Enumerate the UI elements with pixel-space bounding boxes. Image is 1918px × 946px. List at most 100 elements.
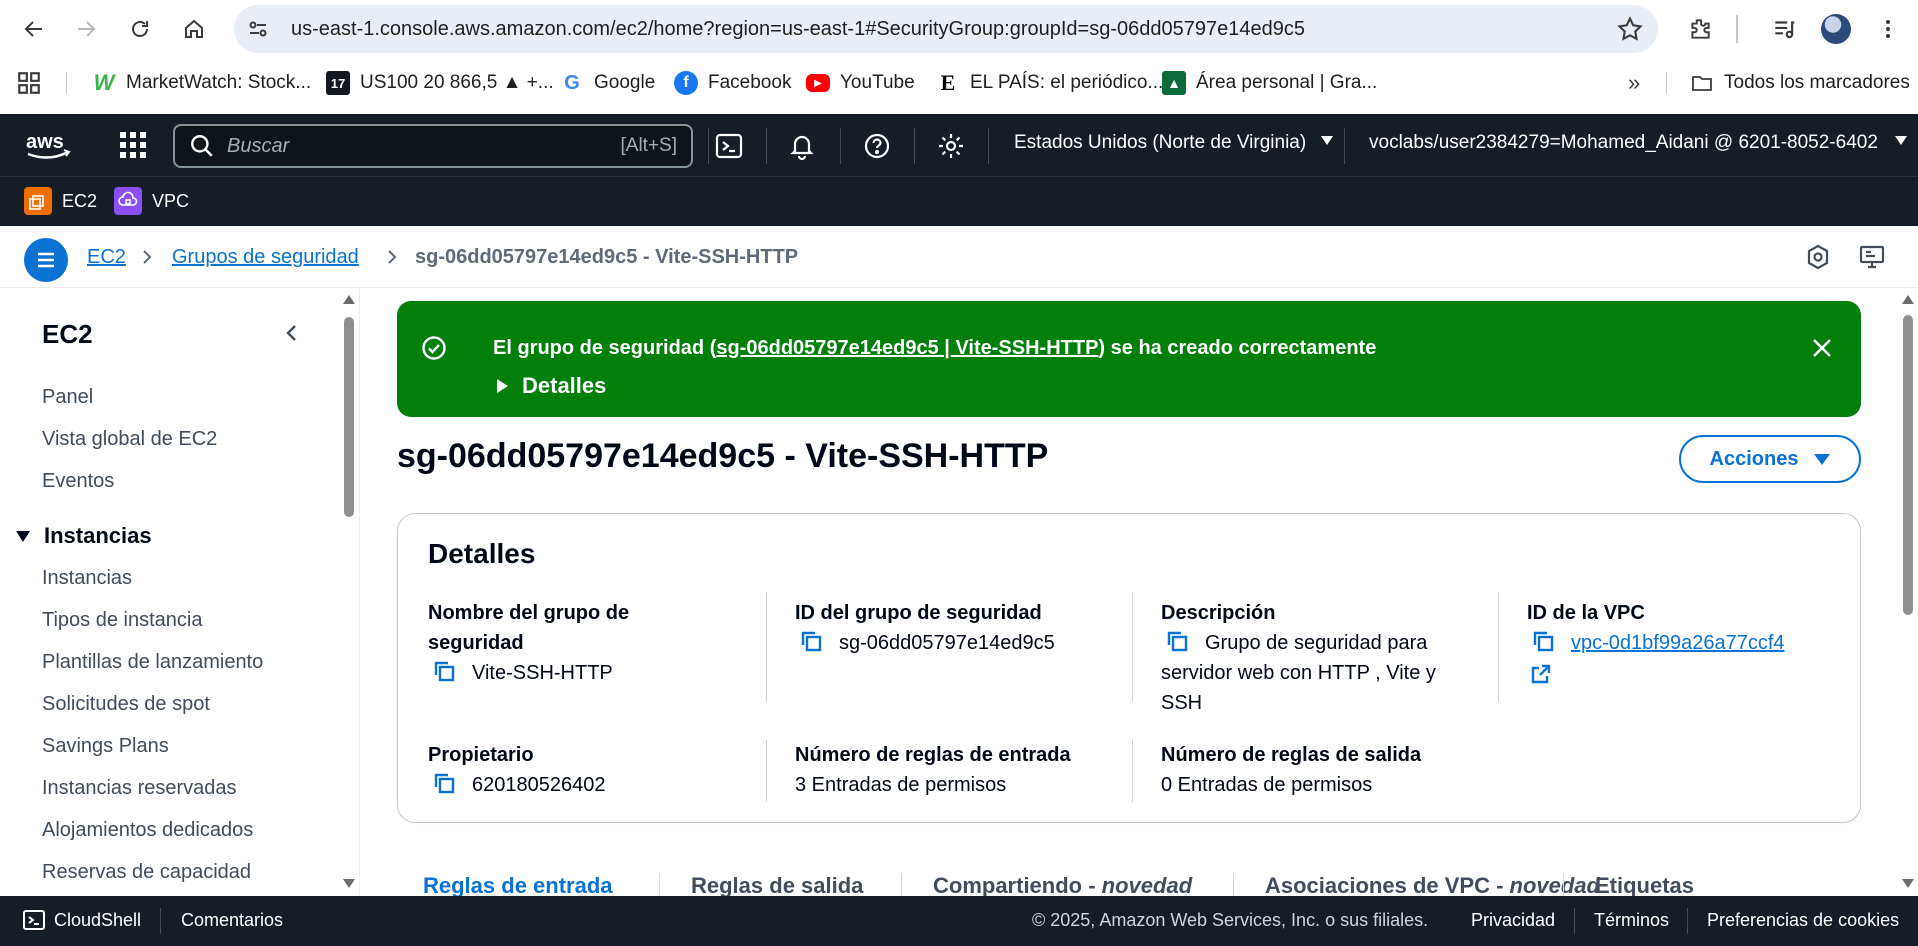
apps-icon[interactable] (16, 65, 42, 101)
flash-details-toggle[interactable]: Detalles (493, 373, 606, 399)
console-footer: CloudShell Comentarios © 2025, Amazon We… (0, 896, 1918, 946)
sidenav-scrollbar[interactable] (340, 289, 358, 896)
favorite-vpc[interactable]: VPC (114, 187, 189, 215)
profile-avatar[interactable] (1816, 7, 1856, 51)
back-icon[interactable] (8, 7, 60, 51)
chevron-right-icon (143, 250, 152, 264)
screen-preferences-icon[interactable] (1858, 243, 1886, 271)
sidenav-item-global-view[interactable]: Vista global de EC2 (42, 428, 217, 451)
sidenav-item-instance-types[interactable]: Tipos de instancia (42, 609, 202, 632)
aws-search-box[interactable]: [Alt+S] (173, 124, 693, 168)
breadcrumb-security-groups[interactable]: Grupos de seguridad (172, 246, 359, 269)
actions-dropdown-button[interactable]: Acciones (1679, 435, 1861, 483)
address-bar[interactable]: us-east-1.console.aws.amazon.com/ec2/hom… (234, 5, 1658, 53)
footer-cookie-preferences[interactable]: Preferencias de cookies (1707, 910, 1899, 931)
tab-outbound-rules[interactable]: Reglas de salida (691, 873, 863, 896)
reload-icon[interactable] (114, 7, 166, 51)
tab-sharing[interactable]: Compartiendo - novedad (933, 873, 1192, 896)
sidenav-item-panel[interactable]: Panel (42, 386, 93, 409)
details-title: Detalles (428, 538, 536, 569)
sidenav-item-savings-plans[interactable]: Savings Plans (42, 735, 169, 758)
copy-icon[interactable] (1165, 629, 1189, 653)
copy-icon[interactable] (1531, 629, 1555, 653)
scroll-down-icon[interactable] (1902, 879, 1914, 888)
help-panel-icon[interactable] (1804, 243, 1832, 271)
bookmark-area-personal[interactable]: ▲ Área personal | Gra... (1152, 65, 1387, 101)
copy-icon[interactable] (799, 629, 823, 653)
url-text[interactable]: us-east-1.console.aws.amazon.com/ec2/hom… (291, 18, 1305, 41)
facebook-icon: f (674, 71, 698, 95)
scroll-up-icon[interactable] (1902, 295, 1914, 304)
scrollbar-thumb[interactable] (1903, 315, 1913, 615)
bookmark-youtube[interactable]: ▶ YouTube (796, 65, 925, 101)
services-menu-icon[interactable] (118, 130, 148, 160)
bookmark-star-icon[interactable] (1616, 15, 1644, 43)
footer-feedback[interactable]: Comentarios (181, 910, 283, 931)
vpc-service-icon (114, 187, 142, 215)
scrollbar-thumb[interactable] (344, 317, 354, 517)
youtube-icon: ▶ (806, 74, 830, 92)
media-control-icon[interactable] (1764, 7, 1804, 51)
account-menu[interactable]: voclabs/user2384279=Mohamed_Aidani @ 620… (1369, 132, 1908, 154)
bookmark-marketwatch[interactable]: W MarketWatch: Stock... (82, 65, 321, 101)
more-menu-icon[interactable] (1868, 7, 1908, 51)
breadcrumb-ec2[interactable]: EC2 (87, 246, 126, 269)
caret-down-icon (1895, 136, 1908, 145)
vpc-id-link[interactable]: vpc-0d1bf99a26a77ccf4 (1571, 632, 1785, 654)
forward-icon[interactable] (60, 7, 112, 51)
divider (1666, 72, 1667, 94)
flash-security-group-link[interactable]: sg-06dd05797e14ed9c5 | Vite-SSH-HTTP (716, 337, 1098, 359)
side-navigation: EC2 Panel Vista global de EC2 Eventos In… (0, 289, 360, 896)
close-icon[interactable] (1809, 335, 1835, 361)
bookmark-us100[interactable]: 17 US100 20 866,5 ▲ +... (316, 65, 564, 101)
cloudshell-icon[interactable] (22, 908, 46, 932)
tab-inbound-rules[interactable]: Reglas de entrada (423, 873, 613, 896)
cloudshell-icon[interactable] (714, 131, 744, 161)
sidenav-item-instances[interactable]: Instancias (42, 567, 132, 590)
search-icon (191, 135, 213, 157)
field-owner: Propietario 620180526402 (428, 744, 606, 796)
tab-tags[interactable]: Etiquetas (1595, 873, 1694, 896)
main-scrollbar[interactable] (1898, 289, 1918, 896)
chevron-left-icon[interactable] (280, 321, 304, 345)
scroll-up-icon[interactable] (343, 295, 355, 304)
copy-icon[interactable] (432, 659, 456, 683)
breadcrumb: EC2 Grupos de seguridad sg-06dd05797e14e… (0, 226, 1918, 288)
help-icon[interactable] (862, 131, 892, 161)
divider (766, 592, 767, 702)
footer-privacy[interactable]: Privacidad (1471, 910, 1555, 931)
sidenav-section-instances[interactable]: Instancias (14, 523, 152, 549)
favorite-ec2[interactable]: EC2 (24, 187, 97, 215)
more-bookmarks-icon[interactable]: » (1618, 65, 1650, 101)
footer-terms[interactable]: Términos (1594, 910, 1669, 931)
sidenav-item-spot-requests[interactable]: Solicitudes de spot (42, 693, 210, 716)
sidenav-item-launch-templates[interactable]: Plantillas de lanzamiento (42, 651, 263, 674)
bookmark-google[interactable]: G Google (550, 65, 665, 101)
search-input[interactable] (227, 134, 587, 158)
bookmark-elpais[interactable]: E EL PAÍS: el periódico... (926, 65, 1173, 101)
site-info-icon[interactable] (239, 10, 277, 48)
caret-down-icon (1814, 453, 1831, 465)
region-selector[interactable]: Estados Unidos (Norte de Virginia) (1014, 132, 1334, 154)
sidenav-item-reserved-instances[interactable]: Instancias reservadas (42, 777, 237, 800)
home-icon[interactable] (168, 7, 220, 51)
notifications-bell-icon[interactable] (787, 131, 817, 161)
copy-icon[interactable] (432, 771, 456, 795)
sidenav-item-dedicated-hosts[interactable]: Alojamientos dedicados (42, 819, 253, 842)
aws-logo[interactable]: aws (24, 128, 74, 162)
sidenav-item-events[interactable]: Eventos (42, 470, 114, 493)
divider (988, 128, 989, 164)
sidenav-item-capacity-reservations[interactable]: Reservas de capacidad (42, 861, 251, 884)
hamburger-menu-icon[interactable] (24, 238, 68, 282)
bookmark-facebook[interactable]: f Facebook (664, 65, 801, 101)
divider (1132, 592, 1133, 702)
all-bookmarks-folder[interactable]: Todos los marcadores (1680, 65, 1918, 101)
google-icon: G (564, 71, 580, 94)
settings-gear-icon[interactable] (936, 131, 966, 161)
footer-cloudshell[interactable]: CloudShell (54, 910, 141, 931)
scroll-down-icon[interactable] (343, 879, 355, 888)
tab-vpc-associations[interactable]: Asociaciones de VPC - novedad (1265, 873, 1600, 896)
external-link-icon[interactable] (1529, 662, 1553, 686)
extensions-icon[interactable] (1680, 7, 1720, 51)
field-vpc-id: ID de la VPC vpc-0d1bf99a26a77ccf4 (1527, 598, 1837, 686)
